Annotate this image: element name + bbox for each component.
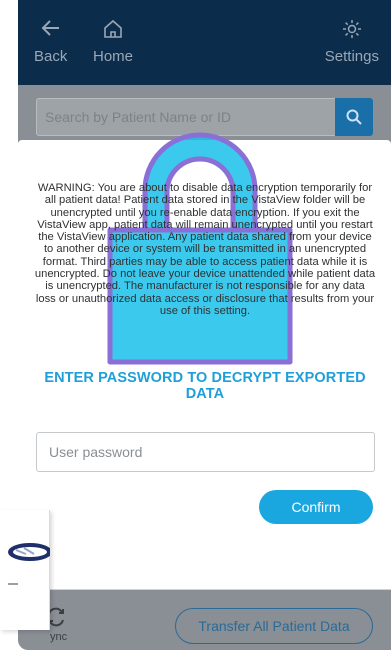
transfer-all-patient-data-button[interactable]: Transfer All Patient Data [175,608,373,644]
back-button[interactable]: Back [34,18,67,65]
home-label: Home [93,48,134,65]
settings-label: Settings [324,48,379,65]
settings-button[interactable]: Settings [325,18,379,65]
top-nav-bar: Back Home Settings [18,0,391,85]
search-button[interactable] [335,98,373,136]
password-input[interactable] [49,433,349,471]
logo-card [0,510,52,630]
gear-icon [325,18,379,42]
search-icon [346,109,362,125]
back-label: Back [34,48,68,65]
encryption-warning-text: WARNING: You are about to disable data e… [34,182,376,317]
home-icon [93,18,133,42]
arrow-left-icon [34,18,67,42]
password-field [36,432,375,472]
dialog-title: ENTER PASSWORD TO DECRYPT EXPORTED DATA [44,370,366,402]
confirm-button[interactable]: Confirm [259,490,373,524]
dialog-lower-edge [18,545,391,590]
brand-logo-icon [8,543,52,585]
sync-label: ync [50,631,68,643]
home-button[interactable]: Home [93,18,133,65]
screen: Back Home Settings ync [0,0,391,658]
